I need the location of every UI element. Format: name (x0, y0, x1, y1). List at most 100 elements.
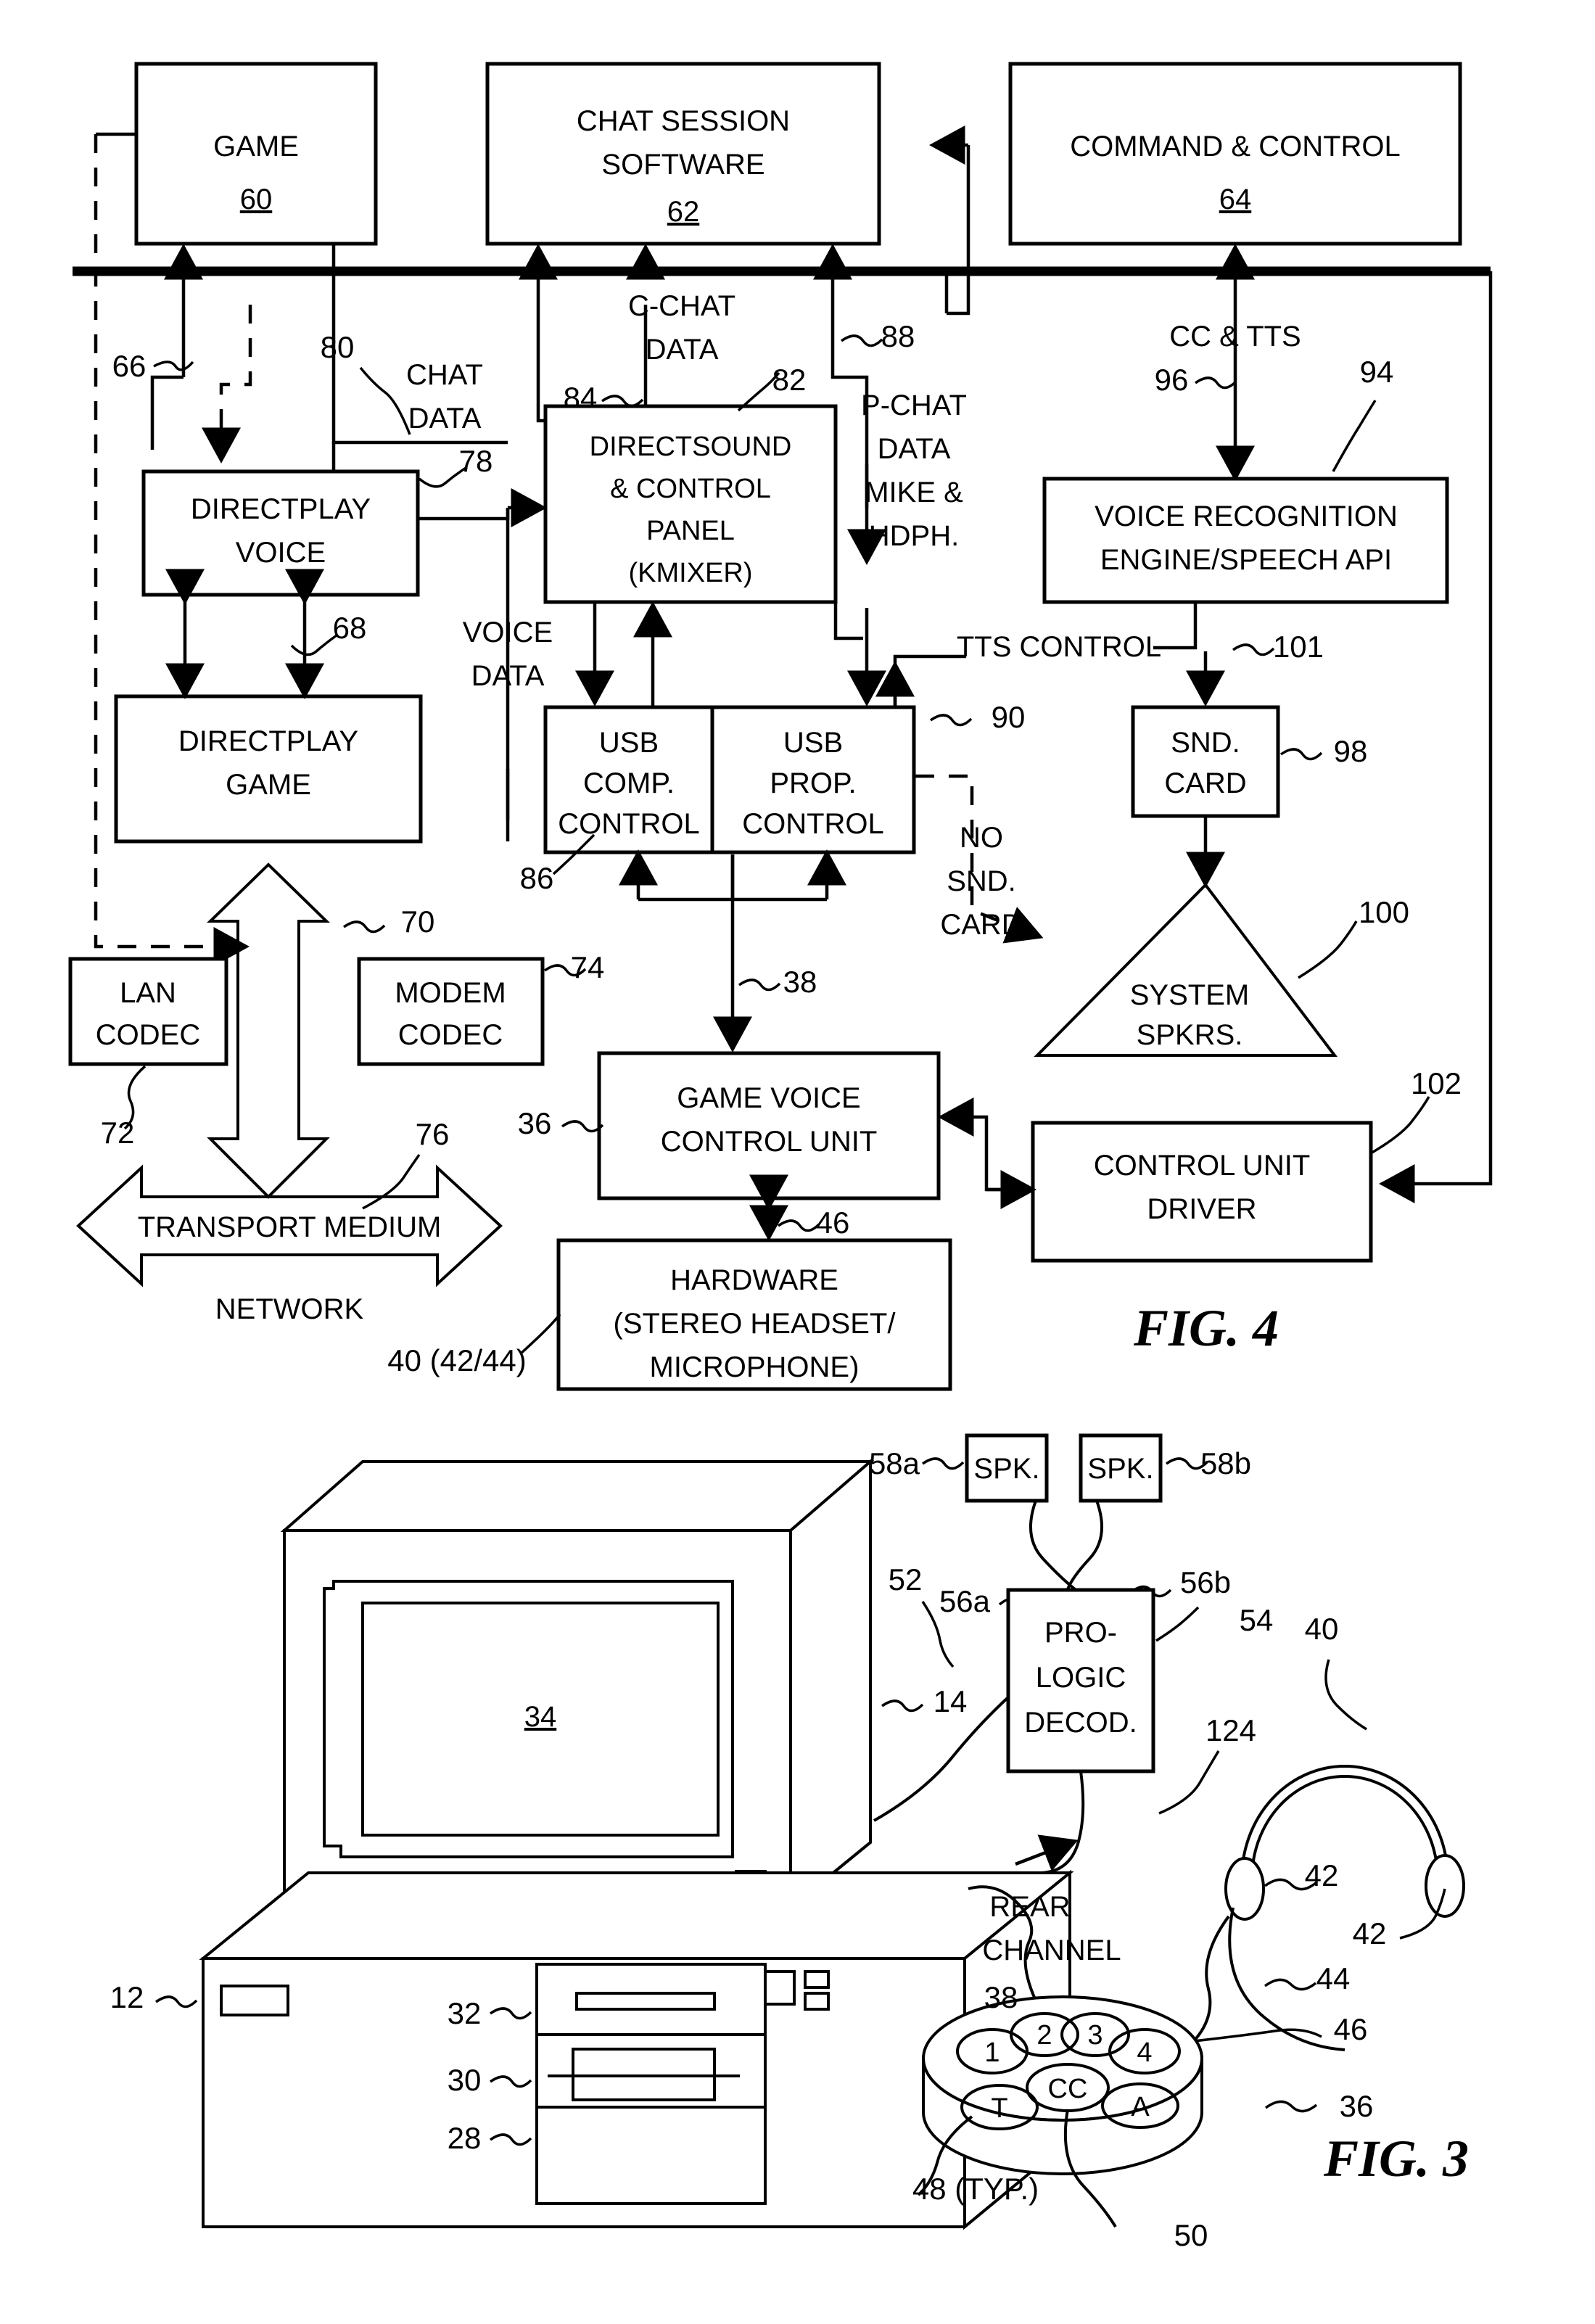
ref-40-headset-lead (1324, 1659, 1367, 1731)
label-transport-medium: TRANSPORT MEDIUM (138, 1211, 442, 1243)
ref-68-lead (290, 634, 338, 656)
monitor-top-bevel (280, 1460, 875, 1532)
box-control-unit-driver (1031, 1121, 1373, 1263)
box-dpvoice-label1: DIRECTPLAY (191, 493, 371, 525)
box-ds-label1: DIRECTSOUND (590, 432, 792, 462)
puck-button-4-label[interactable]: 4 (1137, 2037, 1152, 2068)
ref-96-squiggle (1194, 376, 1237, 390)
ref-56b: 56b (1180, 1565, 1231, 1599)
box-hardware-3: MICROPHONE) (650, 1351, 860, 1383)
ref-72: 72 (101, 1116, 135, 1150)
label-nosnd-3: CARD (940, 909, 1022, 941)
box-hardware-1: HARDWARE (670, 1264, 838, 1296)
monitor-side-bevel (789, 1458, 872, 1911)
box-hardware-2: (STEREO HEADSET/ (614, 1308, 897, 1340)
box-snd-card (1131, 705, 1280, 818)
figure4-caption: FIG. 4 (1133, 1299, 1279, 1357)
label-c-chat-1: C-CHAT (628, 290, 735, 322)
ref-12-squiggle (154, 1995, 198, 2008)
speaker-left-label: SPK. (973, 1453, 1039, 1485)
ref-94-lead (1332, 400, 1377, 472)
box-cud-1: CONTROL UNIT (1094, 1150, 1311, 1182)
ref-12: 12 (110, 1980, 144, 2014)
ref-36-fig4: 36 (518, 1106, 552, 1140)
ref-88-squiggle (840, 334, 883, 347)
box-modem-2: CODEC (398, 1019, 503, 1051)
box-sndcard-1: SND. (1171, 727, 1240, 759)
label-c-chat-2: DATA (646, 334, 719, 366)
box-usbcomp-1: USB (599, 727, 659, 759)
label-pchat-3: MIKE & (865, 477, 963, 508)
ref-38-squiggle (738, 978, 781, 992)
decoder-1: PRO- (1044, 1617, 1117, 1649)
box-vr-label1: VOICE RECOGNITION (1095, 500, 1398, 532)
ref-46-fig4: 46 (816, 1206, 850, 1240)
ref-50: 50 (1174, 2218, 1208, 2252)
puck-button-cc-label[interactable]: CC (1048, 2074, 1088, 2104)
puck-button-1-label[interactable]: 1 (984, 2037, 1000, 2068)
label-chat-data-2: DATA (408, 403, 482, 434)
ref-90: 90 (992, 700, 1026, 734)
box-ds-label3: PANEL (646, 516, 735, 546)
ref-38-fig3: 38 (984, 1980, 1018, 2014)
ref-100-lead (1298, 920, 1358, 979)
cable-rear-channel (1041, 1771, 1085, 1874)
ref-40-lead (519, 1313, 561, 1355)
monitor-screen-ref: 34 (524, 1701, 557, 1733)
label-cc-tts: CC & TTS (1169, 321, 1301, 353)
ref-70-squiggle (342, 920, 386, 934)
ref-98-squiggle (1279, 748, 1323, 761)
ref-102-lead (1370, 1096, 1430, 1155)
ref-76-lead (362, 1153, 421, 1210)
box-usbprop-2: PROP. (770, 767, 856, 799)
box-usbcomp-2: COMP. (583, 767, 675, 799)
ref-90-squiggle (929, 714, 973, 727)
box-spkrs-2: SPKRS. (1137, 1019, 1243, 1051)
puck-button-2-label[interactable]: 2 (1036, 2020, 1052, 2051)
box-chat-session-label1: CHAT SESSION (577, 105, 790, 137)
decoder-3: DECOD. (1024, 1707, 1137, 1739)
puck-button-t-label[interactable]: T (991, 2093, 1007, 2124)
wire-ds-right-route (833, 508, 863, 640)
speaker-wire-left (1029, 1500, 1076, 1591)
label-pchat-4: HDPH. (869, 520, 959, 552)
box-voice-recognition (1042, 477, 1449, 604)
box-chat-session-ref: 62 (667, 196, 700, 228)
box-command-control-ref: 64 (1219, 184, 1252, 215)
ref-86: 86 (520, 861, 554, 895)
patent-figure-page: GAME 60 CHAT SESSION SOFTWARE 62 COMMAND… (0, 0, 1595, 2324)
ref-96: 96 (1155, 363, 1189, 397)
ref-94: 94 (1360, 355, 1394, 389)
ref-68: 68 (333, 611, 367, 645)
earphone-right (1425, 1854, 1465, 1918)
box-spkrs-1: SYSTEM (1130, 979, 1249, 1011)
box-usbcomp-3: CONTROL (558, 808, 700, 840)
ref-52: 52 (889, 1562, 923, 1596)
ref-32: 32 (448, 1996, 482, 2030)
speaker-right-label: SPK. (1087, 1453, 1153, 1485)
bus-ref-66: 66 (112, 349, 147, 383)
label-nosnd-2: SND. (947, 865, 1016, 897)
wire-dpvoice-right (418, 508, 510, 521)
ref-101-squiggle (1232, 643, 1275, 656)
ref-46-squiggle (777, 1219, 820, 1232)
box-ds-label2: & CONTROL (610, 474, 771, 504)
box-chat-session-label2: SOFTWARE (601, 149, 764, 181)
ref-124-lead (1158, 1750, 1220, 1815)
ref-54-lead (1155, 1606, 1200, 1642)
box-modem-1: MODEM (395, 977, 506, 1009)
puck-button-3-label[interactable]: 3 (1087, 2020, 1103, 2051)
ref-102: 102 (1411, 1066, 1462, 1100)
puck-button-a-label[interactable]: A (1131, 2092, 1150, 2122)
ref-70: 70 (401, 905, 435, 939)
dashed-game-to-dpvoice (202, 305, 252, 463)
ref-80: 80 (321, 330, 355, 364)
ref-30: 30 (448, 2063, 482, 2097)
ref-76: 76 (416, 1117, 450, 1151)
ref-36-fig3-squiggle (1264, 2100, 1318, 2113)
box-game-label: GAME (213, 131, 299, 162)
label-tts-control: TTS CONTROL (957, 631, 1161, 663)
box-lan-2: CODEC (96, 1019, 200, 1051)
ref-98: 98 (1334, 734, 1368, 768)
ref-40-headset: 40 (1305, 1612, 1339, 1646)
